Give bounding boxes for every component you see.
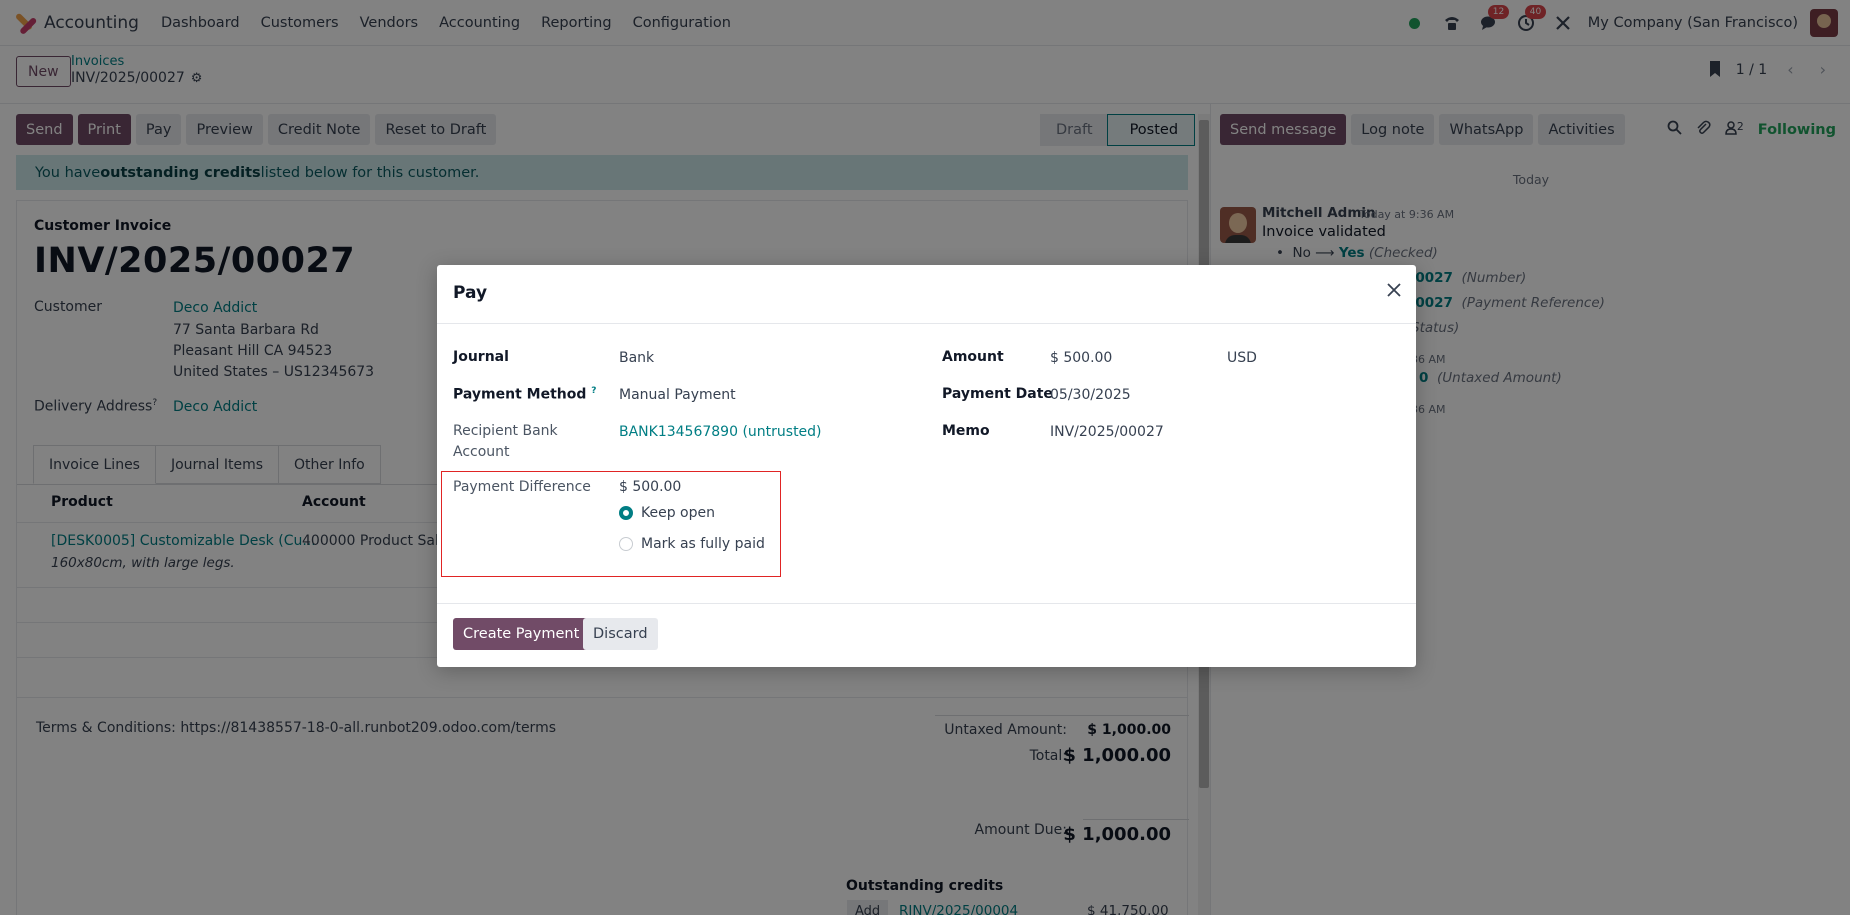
payment-method-text: Payment Method: [453, 386, 587, 403]
recipient-bank-field[interactable]: BANK134567890 (untrusted): [619, 424, 822, 440]
discard-button[interactable]: Discard: [583, 618, 658, 650]
payment-date-label: Payment Date: [942, 386, 1053, 402]
payment-method-field[interactable]: Manual Payment: [619, 387, 736, 403]
keep-open-label[interactable]: Keep open: [641, 505, 715, 521]
dialog-header: Pay: [437, 265, 1416, 324]
payment-difference-label: Payment Difference: [453, 479, 591, 495]
amount-field[interactable]: $ 500.00: [1050, 350, 1112, 366]
amount-label: Amount: [942, 349, 1004, 365]
create-payment-button[interactable]: Create Payment: [453, 618, 590, 650]
pay-dialog: Pay Journal Bank Payment Method ? Manual…: [437, 265, 1416, 667]
currency-field[interactable]: USD: [1227, 350, 1257, 366]
payment-difference-value: $ 500.00: [619, 479, 682, 495]
memo-label: Memo: [942, 423, 990, 439]
dialog-title: Pay: [453, 283, 488, 303]
payment-method-label: Payment Method ?: [453, 386, 596, 403]
journal-field[interactable]: Bank: [619, 350, 654, 366]
recipient-bank-label-line2: Account: [453, 444, 510, 460]
journal-label: Journal: [453, 349, 509, 365]
payment-date-field[interactable]: 05/30/2025: [1050, 387, 1131, 403]
help-icon[interactable]: ?: [591, 386, 596, 396]
keep-open-radio[interactable]: Keep open: [619, 505, 715, 521]
recipient-bank-label-line1: Recipient Bank: [453, 423, 558, 439]
memo-field[interactable]: INV/2025/00027: [1050, 424, 1164, 440]
mark-fully-paid-radio[interactable]: Mark as fully paid: [619, 536, 765, 552]
close-icon[interactable]: [1386, 279, 1402, 305]
radio-unselected-icon[interactable]: [619, 537, 633, 551]
radio-selected-icon[interactable]: [619, 506, 633, 520]
mark-fully-paid-label[interactable]: Mark as fully paid: [641, 536, 765, 552]
dialog-footer: [437, 603, 1416, 604]
